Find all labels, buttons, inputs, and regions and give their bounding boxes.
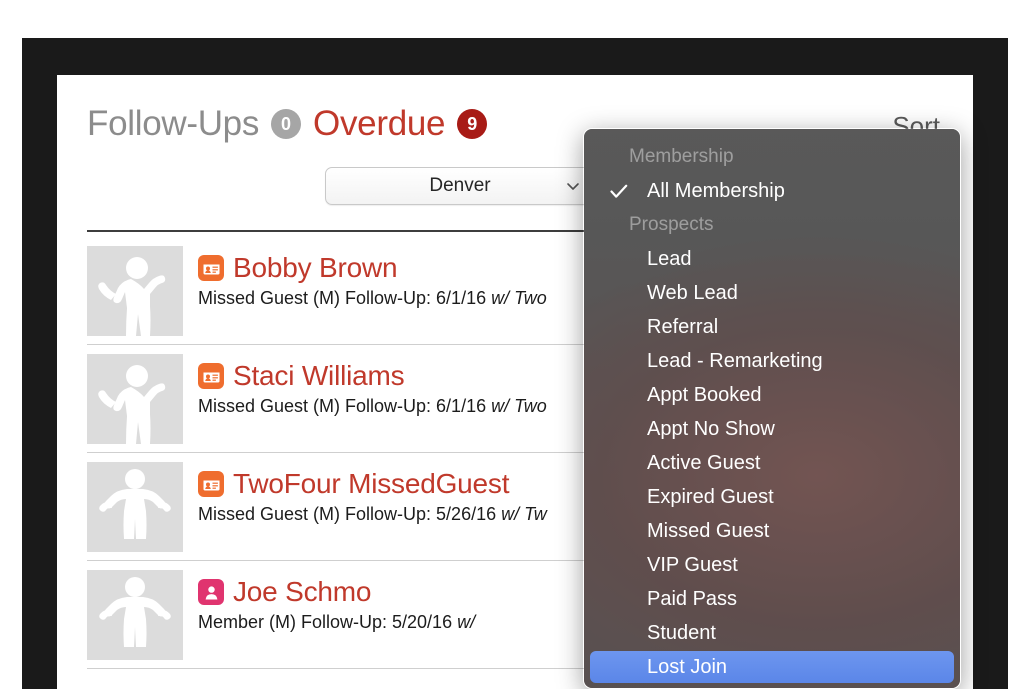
page-header: Follow-Ups 0 Overdue 9 [87,104,499,144]
menu-item-expired-guest[interactable]: Expired Guest [584,480,960,514]
row-subtitle-main: Missed Guest (M) Follow-Up: 6/1/16 [198,396,492,416]
row-subtitle-with: w/ [457,612,476,632]
membership-filter-menu[interactable]: Membership All Membership Prospects Lead… [583,128,961,689]
menu-item-label: Lost Join [647,656,728,678]
menu-item-active-guest[interactable]: Active Guest [584,446,960,480]
row-name: Staci Williams [233,360,405,391]
menu-item-paid-pass[interactable]: Paid Pass [584,582,960,616]
checkmark-icon [610,174,628,208]
followups-count-badge: 0 [271,109,302,139]
location-select-value: Denver [429,175,491,196]
id-card-icon [198,471,224,497]
row-subtitle-main: Missed Guest (M) Follow-Up: 5/26/16 [198,504,502,524]
menu-item-all-membership[interactable]: All Membership [584,174,960,208]
row-subtitle-main: Member (M) Follow-Up: 5/20/16 [198,612,458,632]
row-name: TwoFour MissedGuest [233,468,510,499]
row-subtitle-with: w/ Tw [501,504,547,524]
chevron-down-icon [566,179,580,193]
row-name: Joe Schmo [233,576,372,607]
avatar [87,570,183,660]
avatar [87,354,183,444]
menu-item-label: Web Lead [647,282,738,304]
row-subtitle-with: w/ Two [491,396,547,416]
location-select[interactable]: Denver [325,167,595,205]
id-card-icon [198,363,224,389]
menu-item-appt-booked[interactable]: Appt Booked [584,378,960,412]
overdue-title: Overdue [313,104,446,143]
menu-item-missed-guest[interactable]: Missed Guest [584,514,960,548]
menu-item-label: Student [647,622,716,644]
menu-item-web-lead[interactable]: Web Lead [584,276,960,310]
menu-items: Membership All Membership Prospects Lead… [584,129,960,688]
menu-item-appt-no-show[interactable]: Appt No Show [584,412,960,446]
menu-item-lead[interactable]: Lead [584,242,960,276]
person-icon [198,579,224,605]
row-name: Bobby Brown [233,252,398,283]
menu-item-label: Appt No Show [647,418,775,440]
menu-item-lost-join[interactable]: Lost Join [584,650,960,684]
avatar [87,462,183,552]
row-subtitle-with: w/ Two [491,288,547,308]
followups-title: Follow-Ups [87,104,260,143]
screenshot-stage: Follow-Ups 0 Overdue 9 Sort Denver Bobby… [0,0,1028,689]
menu-item-label: Missed Guest [647,520,770,542]
menu-item-label: Active Guest [647,452,761,474]
menu-item-label: Expired Guest [647,486,774,508]
menu-item-referral[interactable]: Referral [584,310,960,344]
menu-item-student[interactable]: Student [584,616,960,650]
menu-item-label: Lead [647,248,692,270]
overdue-count-badge: 9 [457,109,488,139]
menu-item-label: Paid Pass [647,588,738,610]
menu-item-label: Appt Booked [647,384,762,406]
menu-item-label: All Membership [647,180,785,202]
avatar [87,246,183,336]
menu-item-label: VIP Guest [647,554,738,576]
menu-item-lead-remarketing[interactable]: Lead - Remarketing [584,344,960,378]
menu-item-label: Lead - Remarketing [647,350,823,372]
menu-group-prospects-title: Prospects [629,214,714,235]
menu-item-label: Referral [647,316,719,338]
menu-group-membership-title: Membership [629,146,734,167]
menu-item-vip-guest[interactable]: VIP Guest [584,548,960,582]
id-card-icon [198,255,224,281]
row-subtitle-main: Missed Guest (M) Follow-Up: 6/1/16 [198,288,492,308]
